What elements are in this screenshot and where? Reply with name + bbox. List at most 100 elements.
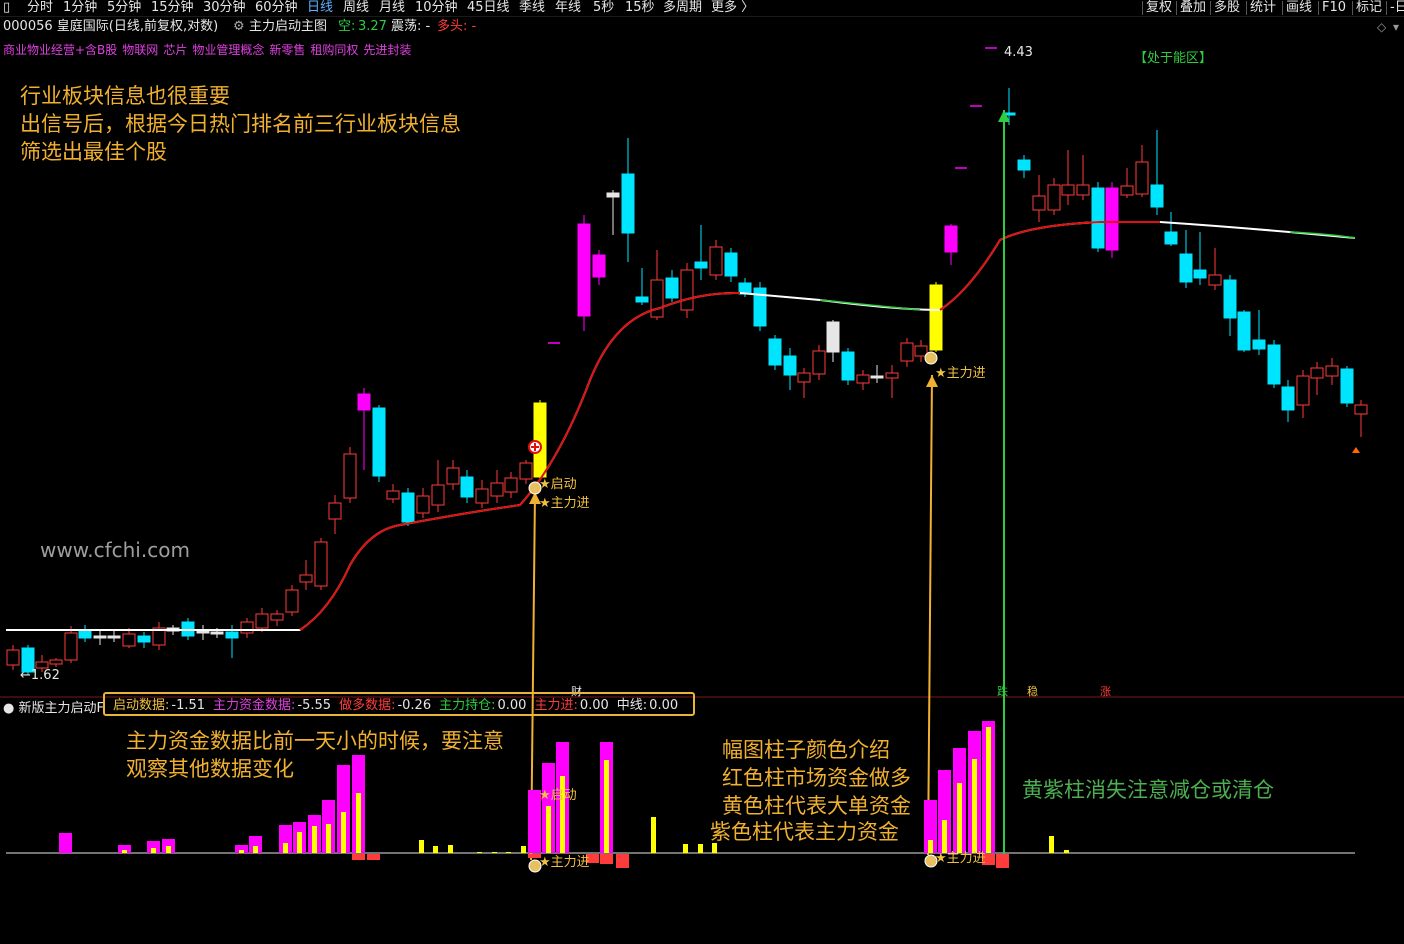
period-tab[interactable]: 日线	[307, 0, 333, 16]
period-tab[interactable]: 5分钟	[107, 0, 141, 16]
sector-tag[interactable]: 物联网	[122, 43, 158, 57]
bar-big-order	[546, 806, 551, 853]
last-price-marker	[1352, 447, 1360, 453]
bar-big-order	[477, 852, 482, 853]
bar-big-order	[698, 844, 703, 853]
bar-big-order	[683, 844, 688, 853]
bar-big-order	[492, 852, 497, 853]
toolbar-tool[interactable]: 标记	[1356, 0, 1382, 16]
toolbar-tool[interactable]: 叠加	[1180, 0, 1206, 16]
candle-body	[49, 659, 63, 665]
candle-body	[372, 407, 386, 477]
price-high-label: 4.43	[1004, 45, 1033, 60]
toolbar-tool[interactable]: 画线	[1286, 0, 1312, 16]
period-tab[interactable]: 15分钟	[151, 0, 194, 16]
toolbar-separator	[1176, 1, 1177, 15]
candle-body	[270, 613, 284, 621]
bar-big-order	[297, 832, 302, 853]
panel-icon[interactable]: ▯	[3, 0, 10, 16]
indicator-name[interactable]: ● 新版主力启动F	[3, 697, 104, 716]
candle-body	[1281, 386, 1295, 411]
bar-big-order	[151, 848, 156, 853]
period-tab[interactable]: 30分钟	[203, 0, 246, 16]
period-tab[interactable]: 年线	[555, 0, 581, 16]
ma-line-green	[819, 299, 921, 311]
candle-body	[724, 252, 738, 277]
candle-body	[1017, 159, 1031, 171]
signal-main-in-2: ★主力进	[935, 366, 986, 381]
note-color-2: 红色柱市场资金做多	[722, 766, 911, 790]
note-industry-3: 筛选出最佳个股	[20, 140, 167, 164]
price-low-value: 1.62	[30, 668, 60, 683]
indicator-field-label: 主力资金数据:	[213, 698, 296, 713]
sector-tag[interactable]: 商业物业经营+含B股	[3, 43, 117, 57]
signal-main-in-1: ★主力进	[539, 496, 590, 511]
marker-die: 跌	[997, 685, 1008, 698]
settings-icon[interactable]: ◇	[1377, 20, 1386, 34]
indicator-field-label: 主力持仓:	[439, 698, 496, 713]
period-tab[interactable]: 45日线	[467, 0, 510, 16]
sector-tag[interactable]: 租购同权	[310, 43, 358, 57]
toolbar-tool[interactable]: 统计	[1250, 0, 1276, 16]
indicator-field-value: 0.00	[649, 698, 679, 713]
period-tab[interactable]: 5秒	[593, 0, 614, 16]
signal-start-1: ★启动	[539, 477, 577, 492]
sector-tag[interactable]: 物业管理概念	[192, 43, 264, 57]
toolbar-tool[interactable]: 复权	[1146, 0, 1172, 16]
candle-body	[929, 284, 943, 351]
period-tab[interactable]: 60分钟	[255, 0, 298, 16]
gear-icon[interactable]: ⚙	[233, 18, 245, 36]
candle-body	[1135, 161, 1149, 195]
bar-big-order	[356, 793, 361, 853]
candle-body	[299, 574, 313, 583]
sector-tag[interactable]: 新零售	[269, 43, 305, 57]
candle-body	[577, 223, 591, 317]
candle-body	[460, 476, 474, 498]
period-tab[interactable]: 周线	[343, 0, 369, 16]
indicator-values-box: 启动数据: -1.51 主力资金数据: -5.55 做多数据: -0.26 主力持仓: 0.0…	[103, 692, 695, 716]
candle-body	[680, 269, 694, 311]
indicator-title[interactable]: 主力启动主图	[249, 18, 327, 36]
bar-market-long	[352, 854, 365, 860]
bar-big-order	[651, 817, 656, 853]
toolbar-separator	[1318, 1, 1319, 15]
candle-body	[885, 372, 899, 379]
note-warn: 黄紫柱消失注意减仓或清仓	[1022, 778, 1274, 802]
candle-body	[1032, 195, 1046, 211]
dropdown-icon[interactable]: ▾	[1393, 20, 1399, 34]
period-tab[interactable]: 更多 〉	[711, 0, 754, 16]
bar-market-long	[616, 854, 629, 868]
note-industry-1: 行业板块信息也很重要	[20, 84, 230, 108]
candle-body	[650, 279, 664, 318]
period-tab[interactable]: 1分钟	[63, 0, 97, 16]
indicator-field-value: -1.51	[171, 698, 206, 713]
arrow-start-2	[927, 374, 933, 856]
bar-big-order	[283, 843, 288, 853]
candle-body	[1120, 185, 1134, 196]
ma-line-red	[299, 291, 741, 631]
period-tab[interactable]: 多周期	[663, 0, 702, 16]
period-tab[interactable]: 10分钟	[415, 0, 458, 16]
candle-body	[826, 321, 840, 353]
signal-main-in-sub-2: ★主力进	[935, 851, 986, 866]
period-tab[interactable]: 季线	[519, 0, 545, 16]
candle-body	[78, 629, 92, 639]
indicator-field-value: 0.00	[497, 698, 527, 713]
candle-body	[416, 495, 430, 514]
sector-tag[interactable]: 芯片	[163, 43, 187, 57]
period-tab[interactable]: 月线	[379, 0, 405, 16]
period-tab[interactable]: 15秒	[625, 0, 655, 16]
toolbar-tool[interactable]: -日	[1390, 0, 1404, 16]
toolbar-separator	[1282, 1, 1283, 15]
candle-body	[665, 277, 679, 299]
candle-body	[285, 589, 299, 613]
toolbar-tool[interactable]: 多股	[1214, 0, 1240, 16]
toolbar-tool[interactable]: F10	[1322, 0, 1346, 16]
candle-body	[1296, 375, 1310, 406]
toolbar-separator	[1210, 1, 1211, 15]
candle-body	[1340, 368, 1354, 404]
period-tab[interactable]: 分时	[27, 0, 53, 16]
indicator-field-value: -0.26	[397, 698, 432, 713]
sector-tag[interactable]: 先进封装	[363, 43, 411, 57]
candle-body	[107, 635, 121, 639]
